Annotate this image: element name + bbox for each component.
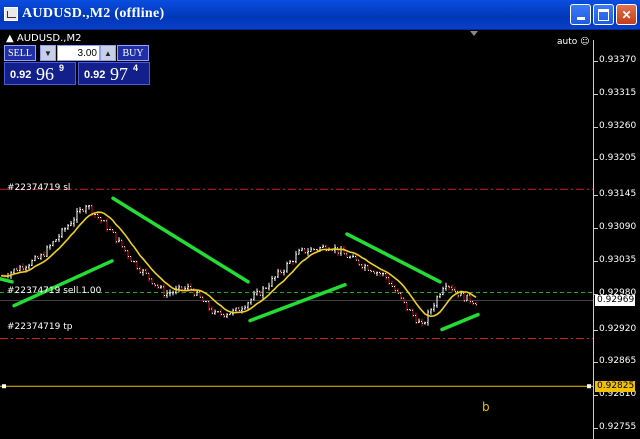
chart-text-label: b bbox=[482, 400, 490, 414]
close-button[interactable]: ✕ bbox=[616, 4, 637, 25]
order-tp-label: #22374719 tp bbox=[7, 322, 73, 332]
price-tick bbox=[594, 228, 598, 230]
trend-line bbox=[111, 196, 250, 284]
price-tick-label: 0.93315 bbox=[599, 87, 637, 98]
trend-line bbox=[0, 277, 14, 284]
price-tick bbox=[594, 126, 598, 128]
sell-price-button[interactable]: 0.92 96 9 bbox=[4, 62, 76, 85]
buy-price-button[interactable]: 0.92 97 4 bbox=[78, 62, 150, 85]
maximize-button[interactable] bbox=[593, 4, 614, 25]
price-tick-label: 0.93035 bbox=[599, 254, 637, 265]
hline-anchor-left bbox=[2, 384, 6, 389]
buy-button[interactable]: BUY bbox=[117, 45, 149, 61]
order-sl-label: #22374719 sl bbox=[7, 183, 71, 193]
title-bar: AUDUSD.,M2 (offline) ✕ bbox=[0, 0, 640, 30]
price-tick bbox=[594, 93, 598, 95]
sell-button[interactable]: SELL bbox=[4, 45, 36, 61]
smiley-icon: ☺ bbox=[580, 37, 590, 47]
current-price-tag: 0.92969 bbox=[595, 295, 635, 307]
lot-increase-button[interactable]: ▲ bbox=[100, 45, 116, 61]
window-title: AUDUSD.,M2 (offline) bbox=[22, 6, 165, 21]
trend-line bbox=[440, 312, 480, 332]
symbol-label: ▲ AUDUSD.,M2 bbox=[6, 33, 82, 44]
hline-price-tag: 0.92825 bbox=[595, 381, 635, 393]
price-tick bbox=[594, 159, 598, 161]
price-tick-label: 0.92865 bbox=[599, 356, 637, 367]
price-tick bbox=[594, 260, 598, 262]
auto-scroll-label[interactable]: auto ☺ bbox=[557, 37, 590, 47]
price-tick-label: 0.93260 bbox=[599, 120, 637, 131]
price-plot[interactable] bbox=[0, 40, 593, 439]
price-tick bbox=[594, 195, 598, 197]
price-tick-label: 0.93205 bbox=[599, 153, 637, 164]
horizontal-line bbox=[0, 384, 593, 389]
one-click-trade-panel: SELL ▼ ▲ BUY 0.92 96 9 0.92 97 4 bbox=[4, 45, 150, 85]
order-entry-label: #22374719 sell 1.00 bbox=[7, 286, 102, 296]
price-axis[interactable]: 0.93370 0.93315 0.93260 0.93205 0.93145 0.930… bbox=[593, 40, 640, 439]
minimize-button[interactable] bbox=[570, 4, 591, 25]
chart-shift-marker[interactable] bbox=[470, 31, 478, 36]
price-tick bbox=[594, 362, 598, 364]
price-tick-label: 0.93090 bbox=[599, 222, 637, 233]
price-tick-label: 0.92920 bbox=[599, 323, 637, 334]
chart-icon bbox=[4, 7, 18, 21]
price-tick bbox=[594, 61, 598, 62]
price-tick bbox=[594, 329, 598, 331]
trend-line bbox=[248, 283, 347, 323]
price-tick-label: 0.93370 bbox=[599, 55, 637, 65]
hline-anchor-right bbox=[587, 384, 591, 389]
price-tick-label: 0.92755 bbox=[599, 422, 637, 432]
lot-size-input[interactable] bbox=[57, 45, 100, 61]
price-tick bbox=[594, 428, 598, 429]
order-lines bbox=[0, 188, 593, 339]
price-tick-label: 0.93145 bbox=[599, 189, 637, 200]
price-tick bbox=[594, 395, 598, 397]
trend-line bbox=[345, 232, 442, 284]
lot-decrease-button[interactable]: ▼ bbox=[40, 45, 56, 61]
